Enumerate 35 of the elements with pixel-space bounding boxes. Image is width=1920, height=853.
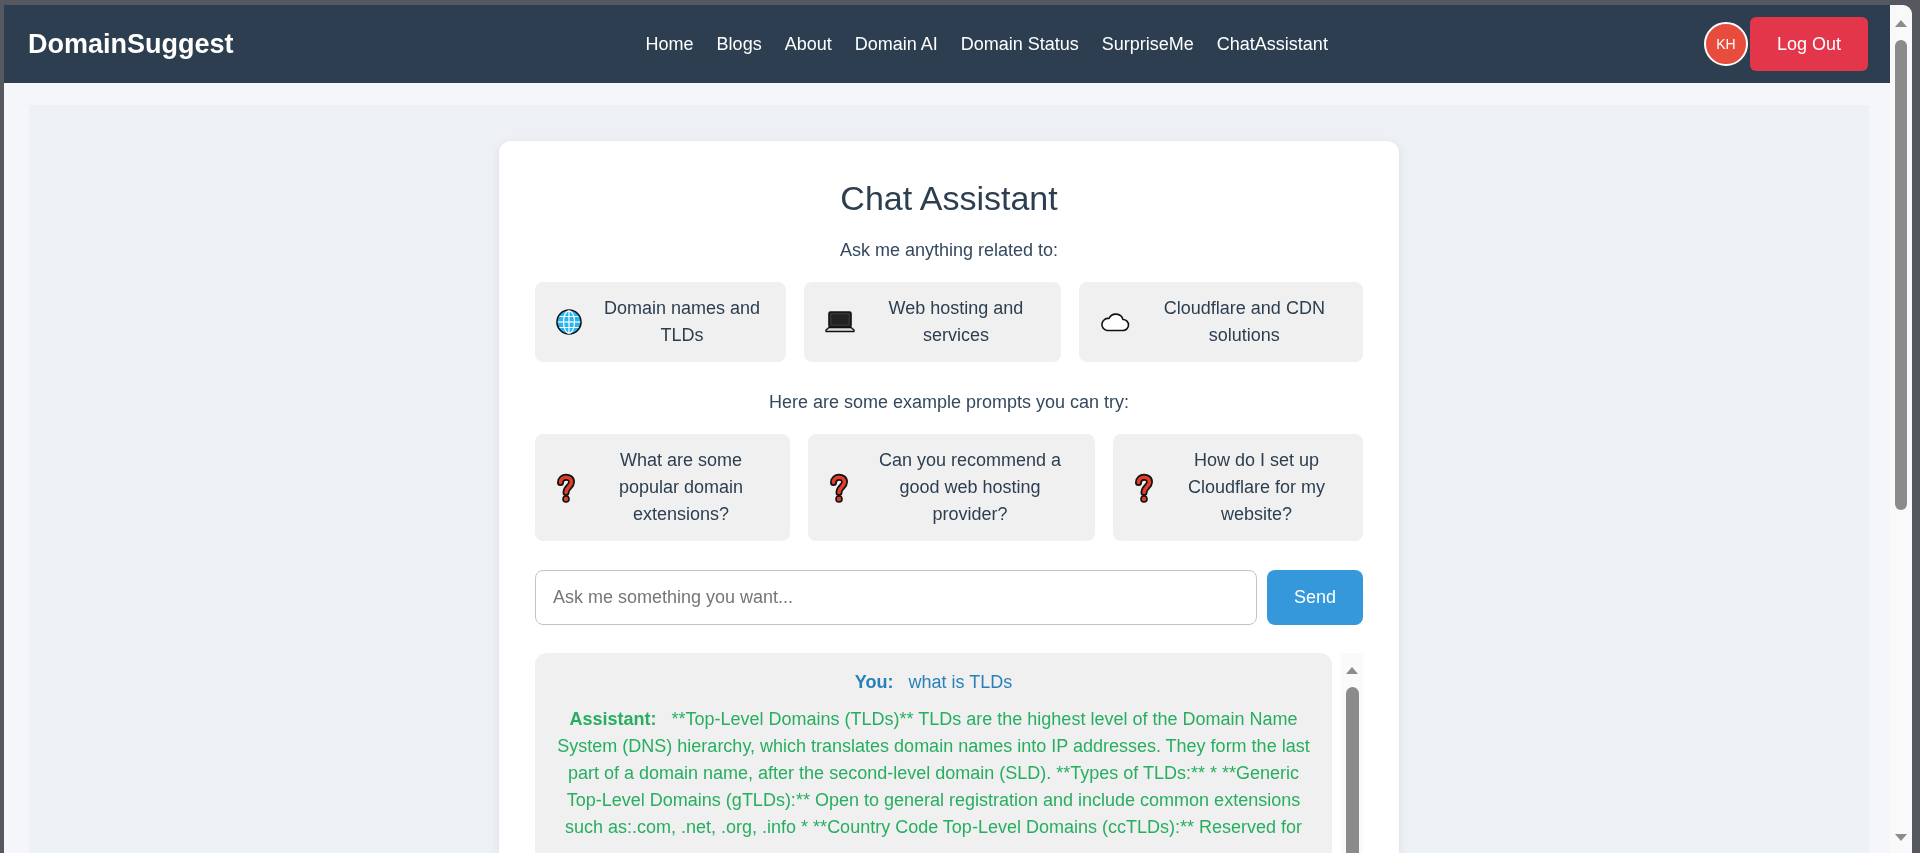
example-prompt-button[interactable]: How do I set up Cloudflare for my website? [1113, 434, 1363, 541]
chat-scrollbar[interactable] [1341, 653, 1363, 853]
nav-link[interactable]: Domain AI [854, 33, 938, 55]
message-input[interactable]: Ask me something you want... [535, 570, 1257, 625]
nav-link[interactable]: ChatAssistant [1216, 33, 1328, 55]
topic-label: Domain names and TLDs [603, 297, 762, 347]
question-mark-icon [1134, 472, 1155, 503]
assistant-message: Assistant: **Top-Level Domains (TLDs)** TLDs are the highest level of the Domain Name System (DNS) hierarchy, which translates domain names into IP addresses. They form the last part of a domain name, after the second-level domain (SLD). **Types of TLDs:** * **Generic Top-Level Domains (gTLDs):** Open to general registration and include common extensions such as:.com, .net, .org, .info * **Country Code Top-Level Domains (ccTLDs):** Reserved for [556, 708, 1311, 839]
nav-link[interactable]: Domain Status [960, 33, 1079, 55]
cloud-icon [1099, 312, 1130, 332]
scrollbar-thumb[interactable] [1895, 40, 1907, 510]
topic-label: Cloudflare and CDN solutions [1162, 297, 1326, 347]
logout-button[interactable]: Log Out [1749, 17, 1868, 71]
laptop-icon [825, 311, 856, 333]
nav-link[interactable]: Home [645, 33, 694, 55]
user-message: You: what is TLDs [853, 671, 1014, 694]
example-prompt-button[interactable]: Can you recommend a good web hosting provider? [808, 434, 1096, 541]
brand-logo[interactable]: DomainSuggest [28, 28, 234, 60]
topics-heading: Ask me anything related to: [838, 239, 1060, 262]
question-mark-icon [556, 472, 576, 503]
example-prompt-button[interactable]: What are some popular domain extensions? [535, 434, 791, 541]
question-mark-icon [829, 472, 850, 503]
nav-link[interactable]: SurpriseMe [1101, 33, 1194, 55]
page-scrollbar[interactable] [1890, 5, 1912, 853]
scrollbar-thumb[interactable] [1345, 687, 1359, 853]
prompts-heading: Here are some example prompts you can try: [767, 391, 1131, 414]
nav-link[interactable]: About [784, 33, 832, 55]
scroll-up-icon[interactable] [1346, 667, 1358, 674]
topic-label: Web hosting and services [887, 297, 1025, 347]
avatar[interactable]: KH [1703, 22, 1748, 66]
nav-link[interactable]: Blogs [716, 33, 762, 55]
scroll-down-icon[interactable] [1895, 834, 1907, 841]
scroll-up-icon[interactable] [1895, 20, 1907, 27]
page-title: Chat Assistant [839, 178, 1059, 218]
globe-icon [556, 309, 582, 335]
